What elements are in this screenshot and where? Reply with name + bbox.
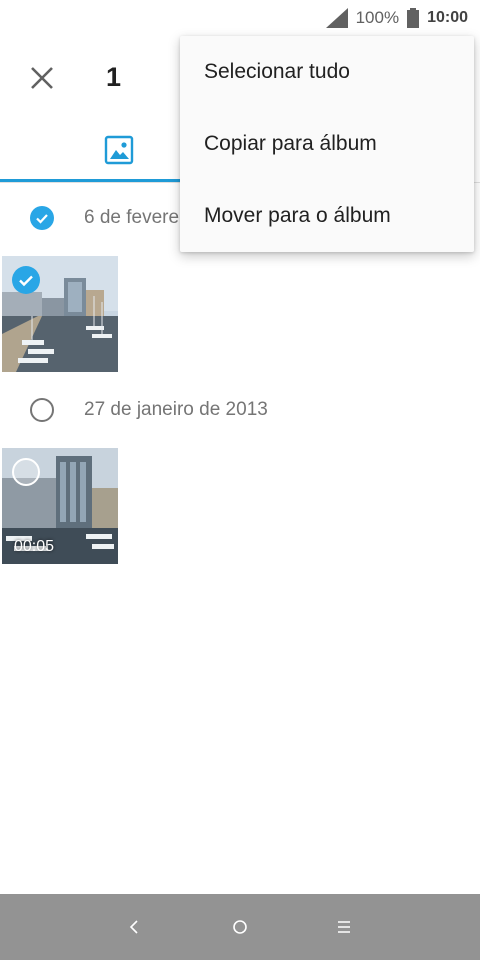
battery-percent: 100% xyxy=(355,8,400,27)
clock: 10:00 xyxy=(427,9,468,26)
tab-indicator xyxy=(0,179,180,182)
thumbnail-select-checkbox[interactable] xyxy=(12,458,40,486)
video-thumbnail[interactable]: 00:05 xyxy=(2,448,118,564)
home-button[interactable] xyxy=(210,894,270,960)
home-icon xyxy=(233,920,247,934)
navigation-bar xyxy=(0,894,480,960)
close-icon xyxy=(31,67,53,89)
thumbnail-selected-checkbox[interactable] xyxy=(12,266,40,294)
date-group-header: 27 de janeiro de 2013 xyxy=(0,382,480,438)
group-select-checkbox[interactable] xyxy=(30,398,54,422)
photos-icon xyxy=(104,135,134,165)
recents-icon xyxy=(338,921,350,933)
recents-button[interactable] xyxy=(314,894,374,960)
selected-count: 1 xyxy=(106,62,122,92)
status-icons: 100% 10:00 xyxy=(325,0,468,36)
menu-item-move-to-album[interactable]: Mover para o álbum xyxy=(180,180,474,252)
back-button[interactable] xyxy=(104,894,164,960)
overflow-menu: Selecionar tudo Copiar para álbum Mover … xyxy=(180,36,474,252)
photo-thumbnail[interactable] xyxy=(2,256,118,372)
menu-item-copy-to-album[interactable]: Copiar para álbum xyxy=(180,108,474,180)
checkmark-icon xyxy=(36,214,48,224)
close-selection-button[interactable] xyxy=(22,58,62,98)
group-select-checkbox[interactable] xyxy=(30,206,54,230)
menu-item-select-all[interactable]: Selecionar tudo xyxy=(180,36,474,108)
back-icon xyxy=(129,920,138,934)
status-bar: 100% 10:00 xyxy=(0,0,480,36)
group-date-label: 27 de janeiro de 2013 xyxy=(84,399,268,420)
checkmark-icon xyxy=(19,275,33,287)
battery-icon xyxy=(407,8,420,28)
cell-signal-icon xyxy=(325,8,348,28)
group-date-label: 6 de fevere xyxy=(84,207,180,228)
video-duration: 00:05 xyxy=(14,538,55,555)
